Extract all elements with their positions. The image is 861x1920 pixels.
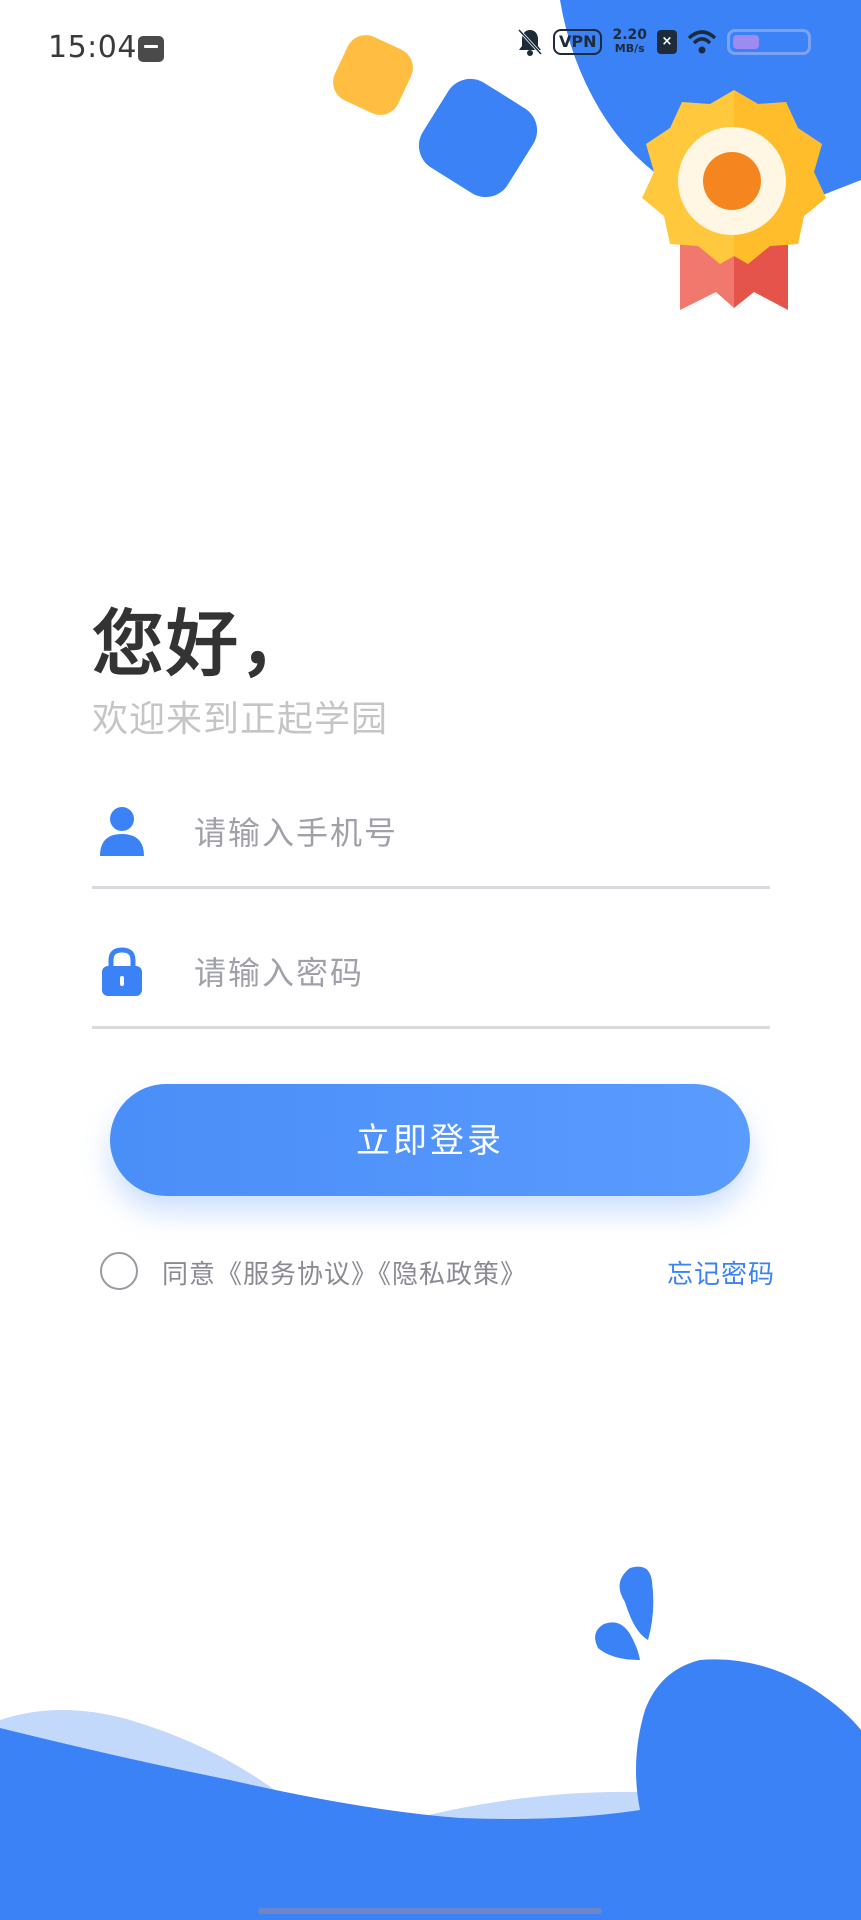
welcome-subtitle: 欢迎来到正起学园 (92, 699, 389, 740)
yellow-square-decoration (326, 28, 420, 122)
password-field (92, 906, 770, 1029)
status-icons: VPN 2.20 MB/s × (517, 28, 811, 56)
forgot-password-link[interactable]: 忘记密码 (667, 1254, 775, 1291)
user-icon (100, 807, 144, 856)
agreement-row: 同意《服务协议》《隐私政策》 忘记密码 (100, 1250, 775, 1296)
net-speed-value: 2.20 (612, 27, 647, 43)
notification-box-icon (138, 36, 164, 62)
medal-icon (642, 90, 826, 310)
agree-text[interactable]: 同意《服务协议》《隐私政策》 (162, 1254, 527, 1291)
home-indicator (258, 1908, 602, 1914)
agree-radio[interactable] (100, 1252, 138, 1290)
phone-field (92, 766, 770, 889)
password-input[interactable] (192, 942, 756, 1004)
status-time: 15:04 (48, 30, 137, 65)
login-button[interactable]: 立即登录 (110, 1084, 750, 1196)
battery-icon (727, 29, 811, 55)
vpn-icon: VPN (552, 29, 603, 55)
net-speed-unit: MB/s (614, 42, 645, 55)
net-speed: 2.20 MB/s (612, 28, 647, 56)
wifi-icon (687, 30, 717, 54)
lock-icon (102, 947, 142, 996)
x-badge-icon: × (657, 30, 677, 54)
bottom-wave-decoration (0, 1566, 861, 1920)
blue-square-decoration (409, 69, 547, 207)
page-title: 您好， (92, 602, 315, 686)
mute-bell-icon (517, 28, 543, 56)
phone-input[interactable] (192, 802, 756, 864)
